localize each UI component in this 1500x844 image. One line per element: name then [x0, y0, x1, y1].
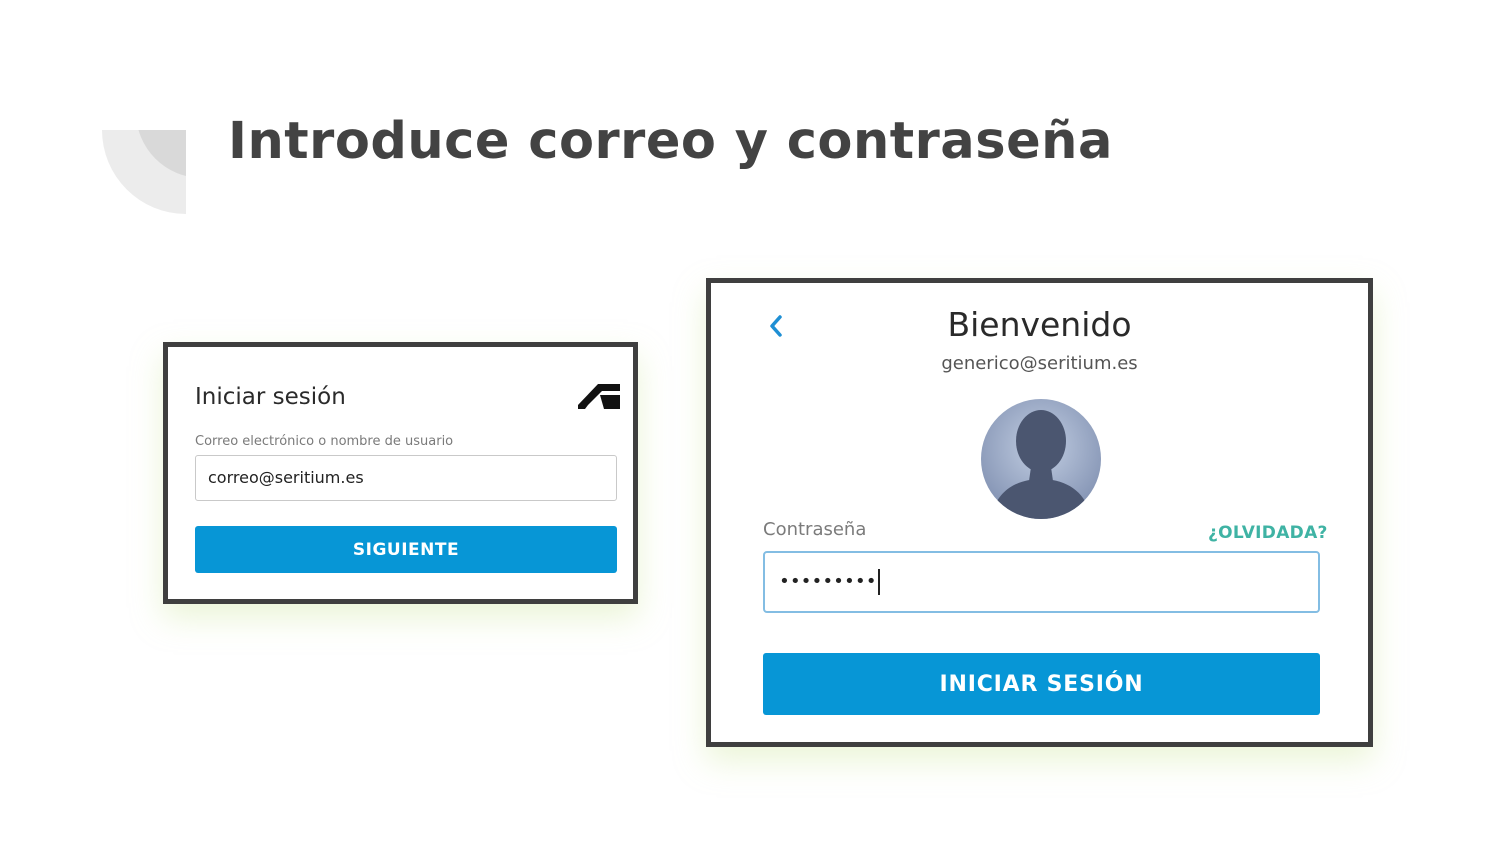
text-caret — [877, 569, 880, 595]
login-heading: Iniciar sesión — [195, 384, 346, 410]
next-button[interactable]: SIGUIENTE — [195, 526, 617, 573]
login-password-panel: Bienvenido generico@seritium.es Contrase… — [706, 278, 1373, 747]
slide-title: Introduce correo y contraseña — [228, 112, 1113, 171]
autodesk-logo-icon — [578, 384, 620, 409]
account-email: generico@seritium.es — [941, 353, 1138, 374]
email-field-label: Correo electrónico o nombre de usuario — [195, 434, 454, 449]
user-avatar-icon — [981, 399, 1101, 519]
forgot-password-link[interactable]: ¿OLVIDADA? — [1208, 523, 1328, 543]
login-email-panel: Iniciar sesión Correo electrónico o nomb… — [163, 342, 638, 604]
welcome-heading: Bienvenido — [947, 305, 1132, 344]
email-input[interactable]: correo@seritium.es — [195, 455, 617, 501]
password-field-label: Contraseña — [763, 519, 867, 540]
password-input[interactable]: ••••••••• — [763, 551, 1320, 613]
sign-in-button[interactable]: INICIAR SESIÓN — [763, 653, 1320, 715]
password-value: ••••••••• — [779, 571, 877, 592]
decorative-quarter-circle — [102, 130, 186, 214]
